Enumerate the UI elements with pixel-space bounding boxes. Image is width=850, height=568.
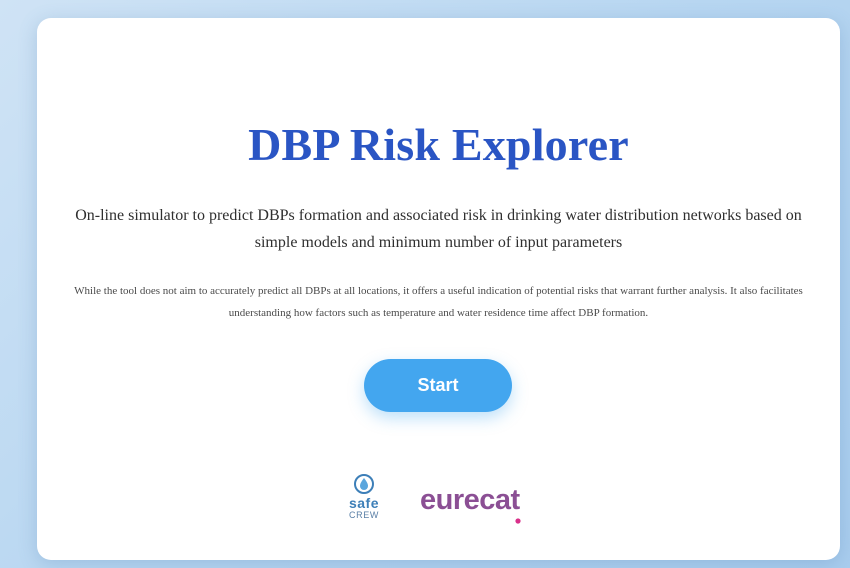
safe-crew-logo: safe CREW (334, 473, 394, 531)
eurecat-logo-text: eurecat (420, 484, 520, 516)
page-subtitle: On-line simulator to predict DBPs format… (75, 207, 802, 251)
crew-logo-text: CREW (349, 510, 379, 520)
start-button[interactable]: Start (364, 359, 512, 412)
exclamation-accent-icon (515, 518, 521, 524)
eurecat-logo: eurecat (420, 482, 521, 524)
main-card: DBP Risk Explorer On-line simulator to p… (37, 18, 840, 560)
water-drop-icon (354, 474, 374, 494)
page-title: DBP Risk Explorer (248, 119, 629, 170)
safe-logo-text: safe (348, 495, 380, 511)
partner-logos: safe CREW eurecat (37, 473, 840, 533)
disclaimer-note: While the tool does not aim to accuratel… (74, 285, 803, 319)
